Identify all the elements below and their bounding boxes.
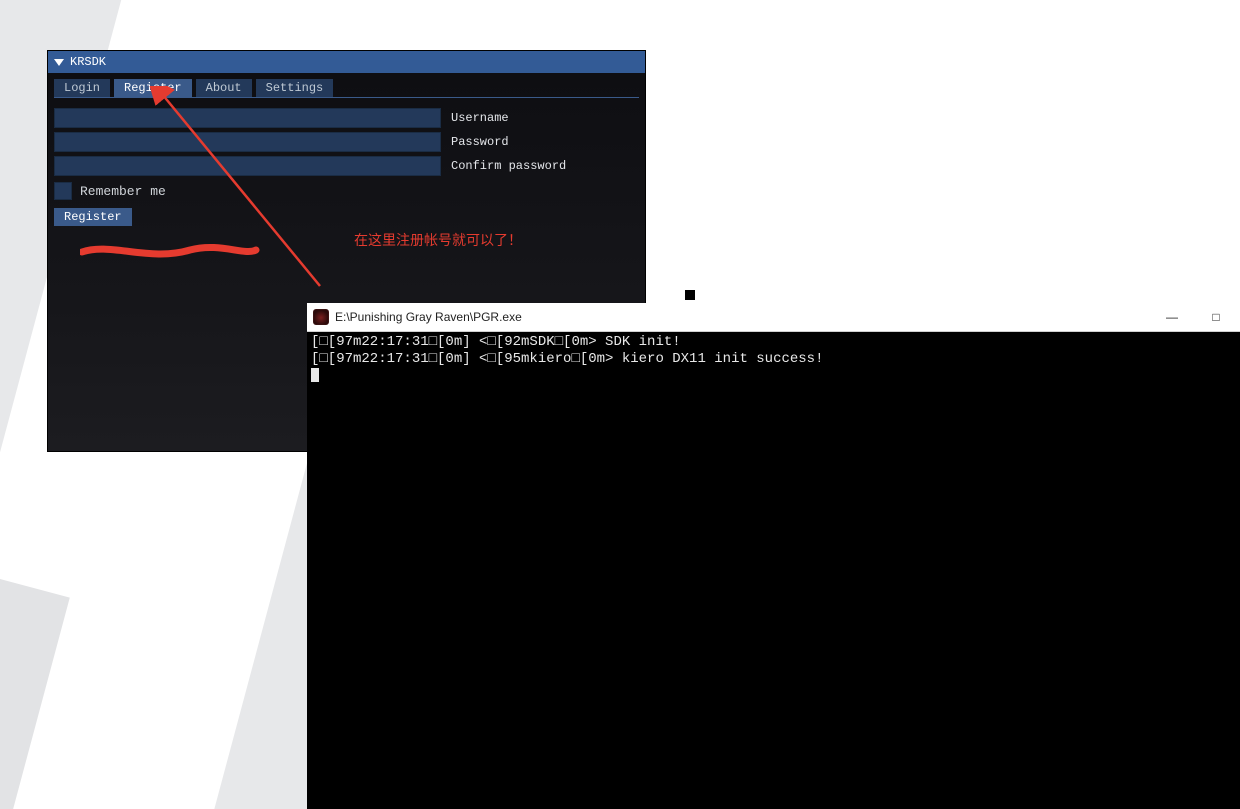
tab-register[interactable]: Register <box>114 79 192 97</box>
maximize-button[interactable]: □ <box>1194 303 1238 331</box>
misc-marker <box>685 290 695 300</box>
collapse-icon[interactable] <box>54 59 64 66</box>
confirm-password-label: Confirm password <box>451 159 566 173</box>
app-icon <box>313 309 329 325</box>
username-label: Username <box>451 111 509 125</box>
tab-login[interactable]: Login <box>54 79 110 97</box>
remember-me-label: Remember me <box>80 184 166 199</box>
krsdk-titlebar[interactable]: KRSDK <box>48 51 645 73</box>
register-form: Username Password Confirm password Remem… <box>54 108 639 226</box>
console-title: E:\Punishing Gray Raven\PGR.exe <box>335 309 522 326</box>
console-line: [□[97m22:17:31□[0m] <□[95mkiero□[0m> kie… <box>311 351 823 367</box>
console-titlebar[interactable]: E:\Punishing Gray Raven\PGR.exe — □ <box>307 303 1240 332</box>
krsdk-tabs: Login Register About Settings <box>54 79 639 98</box>
remember-me-row: Remember me <box>54 182 639 200</box>
confirm-password-input[interactable] <box>54 156 441 176</box>
tab-about[interactable]: About <box>196 79 252 97</box>
password-input[interactable] <box>54 132 441 152</box>
console-window: E:\Punishing Gray Raven\PGR.exe — □ [□[9… <box>307 303 1240 809</box>
background-decoration <box>0 520 70 809</box>
tab-settings[interactable]: Settings <box>256 79 334 97</box>
krsdk-title: KRSDK <box>70 51 106 73</box>
password-label: Password <box>451 135 509 149</box>
minimize-button[interactable]: — <box>1150 303 1194 331</box>
console-line: [□[97m22:17:31□[0m] <□[92mSDK□[0m> SDK i… <box>311 334 681 350</box>
console-cursor <box>311 368 319 382</box>
console-output[interactable]: [□[97m22:17:31□[0m] <□[92mSDK□[0m> SDK i… <box>307 332 1240 387</box>
register-button[interactable]: Register <box>54 208 132 226</box>
remember-me-checkbox[interactable] <box>54 182 72 200</box>
username-input[interactable] <box>54 108 441 128</box>
